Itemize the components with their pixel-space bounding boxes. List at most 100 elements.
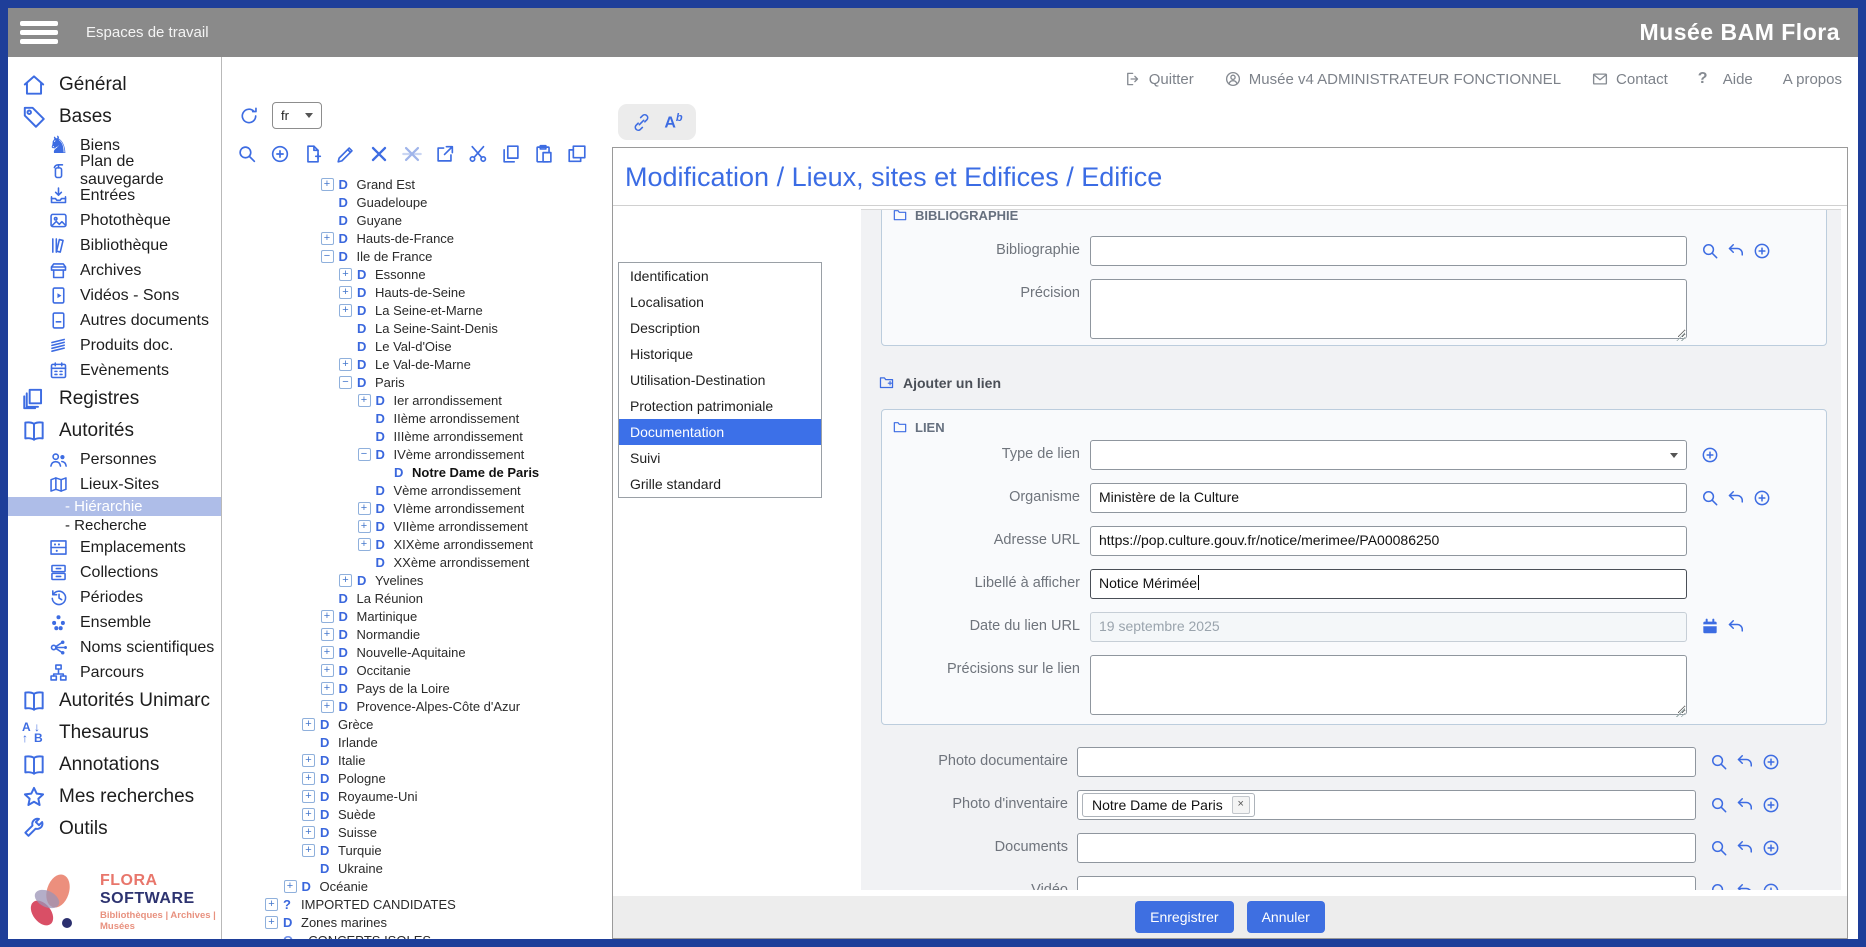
tree-node-provence-alpes-c-te-d-azur[interactable]: +DProvence-Alpes-Côte d'Azur xyxy=(222,697,612,715)
photo-d-inventaire-input[interactable]: Notre Dame de Paris× xyxy=(1077,790,1696,820)
undo-icon[interactable] xyxy=(1735,795,1755,815)
expand-plus-icon[interactable]: + xyxy=(339,268,352,281)
hamburger-menu-icon[interactable] xyxy=(20,18,58,48)
tree-node-xix-me-arrondissement[interactable]: +DXIXème arrondissement xyxy=(222,535,612,553)
chip-remove-icon[interactable]: × xyxy=(1232,796,1250,814)
sidebar-item-phototheque[interactable]: Photothèque xyxy=(8,208,221,233)
pr-cision-textarea[interactable] xyxy=(1090,279,1687,339)
search-icon[interactable] xyxy=(1700,241,1720,261)
tree-node-grand-est[interactable]: +DGrand Est xyxy=(222,175,612,193)
expand-plus-icon[interactable]: + xyxy=(358,538,371,551)
type-de-lien-select[interactable] xyxy=(1090,440,1687,470)
sidebar-item-videos-sons[interactable]: Vidéos - Sons xyxy=(8,283,221,308)
search-icon[interactable] xyxy=(236,143,258,165)
expand-plus-icon[interactable]: + xyxy=(302,790,315,803)
tab-suivi[interactable]: Suivi xyxy=(619,445,821,471)
tree-node-occitanie[interactable]: +DOccitanie xyxy=(222,661,612,679)
tree-node-v-me-arrondissement[interactable]: DVème arrondissement xyxy=(222,481,612,499)
tab-protection-patrimoniale[interactable]: Protection patrimoniale xyxy=(619,393,821,419)
calendar-filled-icon[interactable] xyxy=(1700,617,1720,637)
tree-node-ii-me-arrondissement[interactable]: DIIème arrondissement xyxy=(222,409,612,427)
expand-plus-icon[interactable]: + xyxy=(321,232,334,245)
tree-node-la-seine-saint-denis[interactable]: DLa Seine-Saint-Denis xyxy=(222,319,612,337)
tree-node-pays-de-la-loire[interactable]: +DPays de la Loire xyxy=(222,679,612,697)
add-circle-icon[interactable] xyxy=(1752,488,1772,508)
collapse-minus-icon[interactable]: − xyxy=(339,376,352,389)
search-icon[interactable] xyxy=(1700,488,1720,508)
tree-node-gr-ce[interactable]: +DGrèce xyxy=(222,715,612,733)
tree-node-ier-arrondissement[interactable]: +DIer arrondissement xyxy=(222,391,612,409)
add-circle-icon[interactable] xyxy=(1700,445,1720,465)
documents-input[interactable] xyxy=(1077,833,1696,863)
tree-node-iv-me-arrondissement[interactable]: −DIVème arrondissement xyxy=(222,445,612,463)
organisme-input[interactable]: Ministère de la Culture xyxy=(1090,483,1687,513)
expand-plus-icon[interactable]: + xyxy=(302,718,315,731)
expand-plus-icon[interactable]: + xyxy=(358,394,371,407)
sidebar-item-mes-recherches[interactable]: Mes recherches xyxy=(8,781,221,813)
resize-handle-icon[interactable] xyxy=(1675,331,1685,341)
tree-node-hauts-de-seine[interactable]: +DHauts-de-Seine xyxy=(222,283,612,301)
tree-node-suisse[interactable]: +DSuisse xyxy=(222,823,612,841)
tree-node-concepts-isoles[interactable]: O_CONCEPTS ISOLES xyxy=(222,931,612,939)
expand-plus-icon[interactable]: + xyxy=(321,682,334,695)
sidebar-item-annotations[interactable]: Annotations xyxy=(8,749,221,781)
save-button[interactable]: Enregistrer xyxy=(1135,901,1233,933)
page-add-icon[interactable] xyxy=(302,143,324,165)
add-circle-icon[interactable] xyxy=(269,143,291,165)
tree-node-royaume-uni[interactable]: +DRoyaume-Uni xyxy=(222,787,612,805)
expand-plus-icon[interactable]: + xyxy=(321,610,334,623)
sidebar-item-general[interactable]: Général xyxy=(8,69,221,101)
duplicate-icon[interactable] xyxy=(566,143,588,165)
expand-plus-icon[interactable]: + xyxy=(265,916,278,929)
add-circle-icon[interactable] xyxy=(1761,795,1781,815)
expand-plus-icon[interactable]: + xyxy=(302,844,315,857)
expand-plus-icon[interactable]: + xyxy=(302,826,315,839)
link-quitter[interactable]: Quitter xyxy=(1124,70,1194,88)
tree-node-essonne[interactable]: +DEssonne xyxy=(222,265,612,283)
tree-node-su-de[interactable]: +DSuède xyxy=(222,805,612,823)
sidebar-item-ensemble[interactable]: Ensemble xyxy=(8,610,221,635)
sidebar-item-parcours[interactable]: Parcours xyxy=(8,660,221,685)
expand-plus-icon[interactable]: + xyxy=(321,700,334,713)
tab-historique[interactable]: Historique xyxy=(619,341,821,367)
sidebar-item-hierarchie[interactable]: - Hiérarchie xyxy=(8,497,221,516)
undo-icon[interactable] xyxy=(1726,617,1746,637)
vid-o-input[interactable] xyxy=(1077,876,1696,890)
sidebar-item-plan-de-sauvegarde[interactable]: Plan de sauvegarde xyxy=(8,158,221,183)
sidebar-item-archives[interactable]: Archives xyxy=(8,258,221,283)
tree-node-hauts-de-france[interactable]: +DHauts-de-France xyxy=(222,229,612,247)
ab-language-icon[interactable]: Ab xyxy=(664,112,682,132)
copy-icon[interactable] xyxy=(500,143,522,165)
tree-node-pologne[interactable]: +DPologne xyxy=(222,769,612,787)
tab-documentation[interactable]: Documentation xyxy=(619,419,821,445)
sidebar-item-produits-doc[interactable]: Produits doc. xyxy=(8,333,221,358)
tree-node-la-r-union[interactable]: DLa Réunion xyxy=(222,589,612,607)
expand-plus-icon[interactable]: + xyxy=(302,772,315,785)
expand-plus-icon[interactable]: + xyxy=(265,898,278,911)
expand-plus-icon[interactable]: + xyxy=(321,178,334,191)
undo-icon[interactable] xyxy=(1726,241,1746,261)
sidebar-item-bases[interactable]: Bases xyxy=(8,101,221,133)
sidebar-item-periodes[interactable]: Périodes xyxy=(8,585,221,610)
undo-icon[interactable] xyxy=(1735,752,1755,772)
search-icon[interactable] xyxy=(1709,752,1729,772)
add-circle-icon[interactable] xyxy=(1752,241,1772,261)
bibliographie-input[interactable] xyxy=(1090,236,1687,266)
tree-node-le-val-de-marne[interactable]: +DLe Val-de-Marne xyxy=(222,355,612,373)
expand-plus-icon[interactable]: + xyxy=(321,664,334,677)
edit-icon[interactable] xyxy=(335,143,357,165)
tab-identification[interactable]: Identification xyxy=(619,263,821,289)
sidebar-item-thesaurus[interactable]: A↓↑BThesaurus xyxy=(8,717,221,749)
cut-icon[interactable] xyxy=(467,143,489,165)
collapse-minus-icon[interactable]: − xyxy=(321,250,334,263)
tree-node-normandie[interactable]: +DNormandie xyxy=(222,625,612,643)
search-icon[interactable] xyxy=(1709,838,1729,858)
sidebar-item-outils[interactable]: Outils xyxy=(8,813,221,845)
tree-node-yvelines[interactable]: +DYvelines xyxy=(222,571,612,589)
search-icon[interactable] xyxy=(1709,795,1729,815)
expand-plus-icon[interactable]: + xyxy=(302,754,315,767)
undo-icon[interactable] xyxy=(1735,881,1755,890)
expand-plus-icon[interactable]: + xyxy=(339,574,352,587)
delete-disabled-icon[interactable] xyxy=(401,143,423,165)
link-contact[interactable]: Contact xyxy=(1591,70,1668,88)
